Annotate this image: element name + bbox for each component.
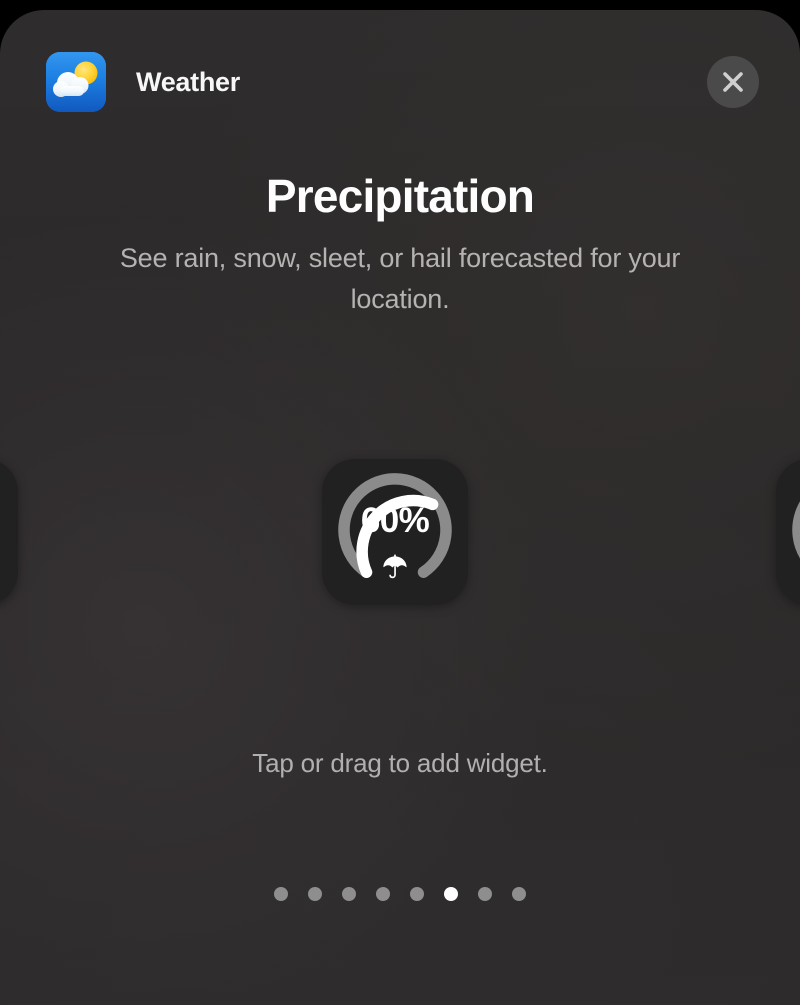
widget-preview-next[interactable] [776, 459, 800, 605]
widget-preview-precipitation[interactable]: 60% [322, 459, 468, 605]
page-dot[interactable] [512, 887, 526, 901]
page-dot[interactable] [342, 887, 356, 901]
widget-preview-previous[interactable] [0, 459, 18, 605]
weather-app-icon [46, 52, 106, 112]
page-dot[interactable] [376, 887, 390, 901]
page-dot-active[interactable] [444, 887, 458, 901]
close-button[interactable] [707, 56, 759, 108]
app-title: Weather [136, 67, 240, 97]
add-widget-hint: Tap or drag to add widget. [252, 748, 548, 778]
sheet-header: Weather [0, 48, 800, 114]
page-indicator[interactable] [0, 886, 800, 902]
precipitation-value: 60% [360, 501, 430, 540]
widget-title: Precipitation [265, 170, 535, 222]
next-widget-gauge [776, 459, 800, 605]
widget-picker-sheet: Weather Precipitation See rain, snow, sl… [0, 10, 800, 1005]
close-icon [723, 72, 743, 92]
page-dot[interactable] [274, 887, 288, 901]
widget-description: See rain, snow, sleet, or hail forecaste… [119, 243, 681, 314]
page-dot[interactable] [478, 887, 492, 901]
widget-picker-screen: Weather Precipitation See rain, snow, sl… [0, 0, 800, 1005]
page-dot[interactable] [308, 887, 322, 901]
page-dot[interactable] [410, 887, 424, 901]
umbrella-icon [322, 551, 468, 583]
widget-carousel[interactable]: 60% [0, 459, 800, 605]
